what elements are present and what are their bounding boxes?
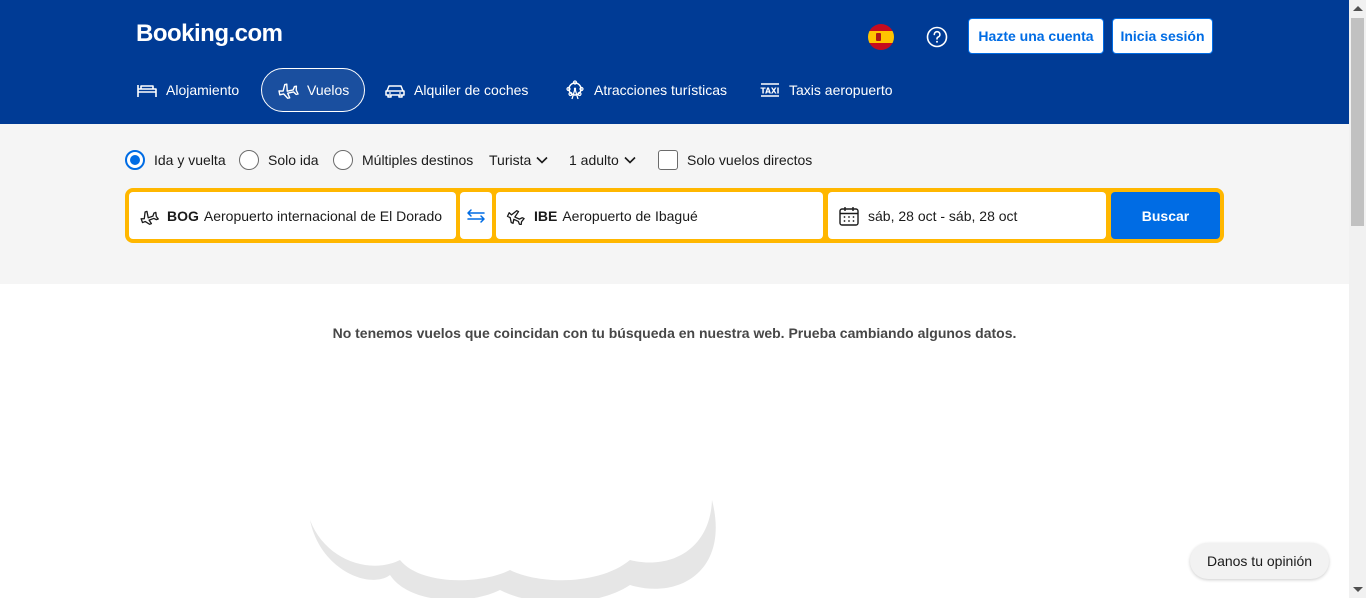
flight-search-form: BOG Aeropuerto internacional de El Dorad… bbox=[125, 188, 1224, 243]
radio-label: Múltiples destinos bbox=[362, 152, 474, 168]
cabin-class-dropdown[interactable]: Turista bbox=[489, 148, 550, 172]
trip-type-one-way[interactable]: Solo ida bbox=[239, 148, 319, 172]
date-range-value: sáb, 28 oct - sáb, 28 oct bbox=[868, 207, 1018, 224]
trip-type-round-trip[interactable]: Ida y vuelta bbox=[125, 148, 226, 172]
direct-flights-option[interactable]: Solo vuelos directos bbox=[658, 148, 812, 172]
taxi-icon: TAXI bbox=[761, 83, 780, 97]
passengers-value: 1 adulto bbox=[569, 152, 619, 168]
tab-label: Taxis aeropuerto bbox=[789, 82, 893, 98]
trip-type-multi-city[interactable]: Múltiples destinos bbox=[333, 148, 473, 172]
booking-logo[interactable]: Booking.com bbox=[136, 20, 283, 48]
radio-one-way[interactable] bbox=[239, 150, 259, 170]
destination-field[interactable]: IBE Aeropuerto de Ibagué bbox=[496, 192, 823, 239]
feedback-button[interactable]: Danos tu opinión bbox=[1190, 543, 1329, 579]
no-results-message: No tenemos vuelos que coincidan con tu b… bbox=[332, 325, 1017, 341]
tab-taxis[interactable]: TAXI Taxis aeropuerto bbox=[759, 68, 893, 112]
swap-button[interactable] bbox=[460, 192, 492, 239]
scroll-up-icon[interactable] bbox=[1353, 6, 1363, 11]
login-button[interactable]: Inicia sesión bbox=[1112, 18, 1213, 54]
date-field[interactable]: sáb, 28 oct - sáb, 28 oct bbox=[828, 192, 1106, 239]
radio-label: Ida y vuelta bbox=[154, 152, 226, 168]
plane-takeoff-icon bbox=[140, 210, 159, 225]
radio-label: Solo ida bbox=[268, 152, 319, 168]
calendar-icon bbox=[839, 206, 859, 226]
register-button[interactable]: Hazte una cuenta bbox=[968, 18, 1104, 54]
tab-atracciones[interactable]: Atracciones turísticas bbox=[564, 68, 727, 112]
tab-label: Alquiler de coches bbox=[414, 82, 529, 98]
help-icon[interactable] bbox=[924, 24, 950, 50]
destination-code: IBE bbox=[534, 207, 558, 224]
plane-landing-icon bbox=[506, 209, 525, 225]
direct-flights-checkbox[interactable] bbox=[658, 150, 678, 170]
tab-label: Vuelos bbox=[307, 82, 350, 98]
svg-text:TAXI: TAXI bbox=[761, 87, 780, 96]
tab-alojamiento[interactable]: Alojamiento bbox=[136, 68, 239, 112]
chevron-down-icon bbox=[536, 156, 548, 164]
checkbox-label: Solo vuelos directos bbox=[687, 152, 813, 168]
spain-flag-icon[interactable] bbox=[868, 24, 894, 50]
header: Booking.com Hazte una cuenta Inicia sesi… bbox=[0, 0, 1349, 124]
radio-round-trip[interactable] bbox=[125, 150, 145, 170]
bed-icon bbox=[137, 85, 157, 97]
swap-arrows-icon bbox=[467, 208, 485, 223]
tab-label: Alojamiento bbox=[166, 82, 240, 98]
cabin-class-value: Turista bbox=[489, 152, 532, 168]
chevron-down-icon bbox=[624, 156, 636, 164]
origin-name: Aeropuerto internacional de El Dorado bbox=[203, 207, 443, 224]
origin-field[interactable]: BOG Aeropuerto internacional de El Dorad… bbox=[129, 192, 456, 239]
tab-label: Atracciones turísticas bbox=[594, 82, 728, 98]
scrollbar-thumb[interactable] bbox=[1351, 18, 1364, 226]
origin-code: BOG bbox=[167, 207, 199, 224]
car-icon bbox=[385, 85, 405, 98]
scroll-down-icon[interactable] bbox=[1353, 587, 1363, 592]
cloud-illustration bbox=[310, 500, 716, 598]
search-button[interactable]: Buscar bbox=[1111, 192, 1220, 239]
tab-vuelos[interactable]: Vuelos bbox=[261, 68, 366, 112]
passengers-dropdown[interactable]: 1 adulto bbox=[569, 148, 638, 172]
tab-alquiler-coches[interactable]: Alquiler de coches bbox=[384, 68, 528, 112]
vertical-scrollbar[interactable] bbox=[1349, 0, 1366, 598]
radio-multi-city[interactable] bbox=[333, 150, 353, 170]
ferris-wheel-icon bbox=[566, 80, 584, 100]
plane-icon bbox=[278, 83, 299, 99]
destination-name: Aeropuerto de Ibagué bbox=[562, 207, 698, 224]
